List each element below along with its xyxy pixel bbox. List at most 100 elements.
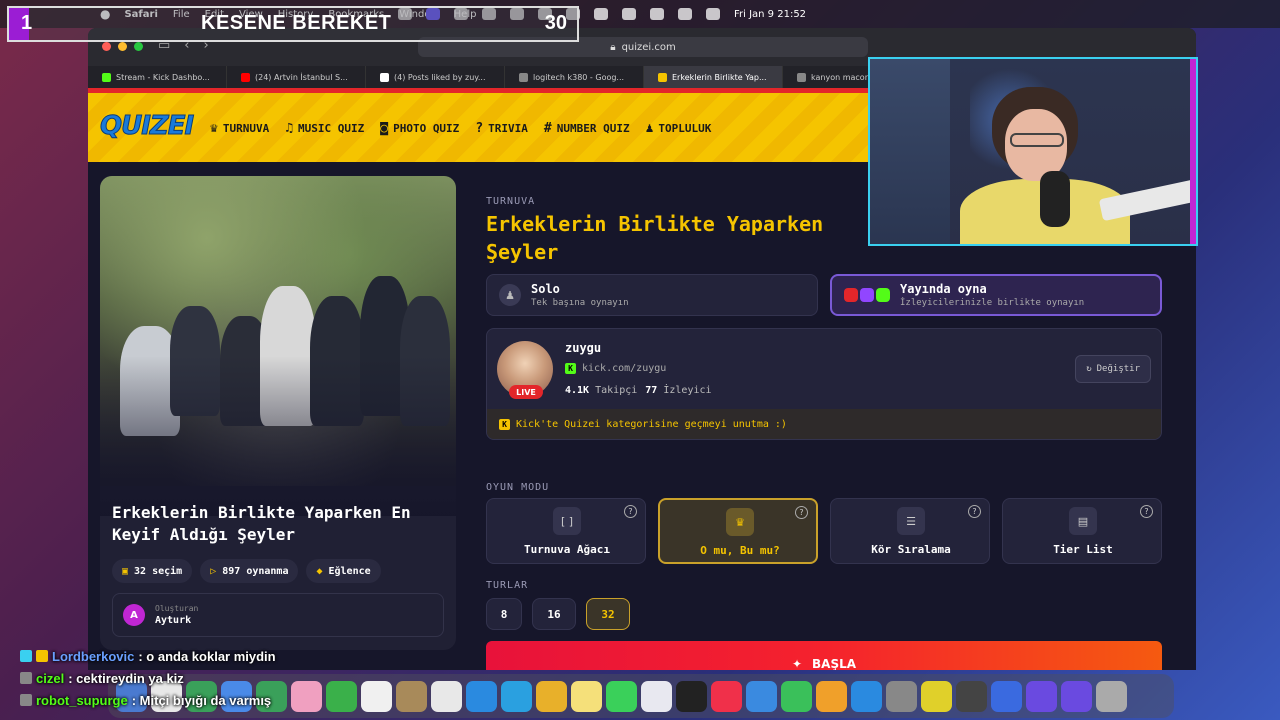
platform-icons — [844, 288, 890, 302]
youtube-icon — [844, 288, 858, 302]
stream-subtitle: İzleyicilerinizle birlikte oynayın — [900, 298, 1085, 308]
wifi-icon[interactable] — [650, 8, 664, 20]
followers-count: 4.1K — [565, 385, 590, 396]
mic-arm — [1098, 178, 1196, 222]
mode-o-mu-bu-mu[interactable]: ♛ ? O mu, Bu mu? — [658, 498, 818, 564]
nav-photo-quiz[interactable]: ◙ PHOTO QUIZ — [380, 121, 459, 136]
close-window-button[interactable] — [102, 42, 111, 51]
site-logo[interactable]: QUIZEI — [99, 111, 194, 142]
twitch-icon — [860, 288, 874, 302]
star-icon — [36, 650, 48, 662]
microphone — [1040, 171, 1070, 227]
freeform-icon[interactable] — [641, 680, 672, 712]
tab-youtube[interactable]: (24) Artvin İstanbul S... — [227, 66, 366, 88]
control-center-icon[interactable] — [706, 8, 720, 20]
image-gradient — [100, 356, 456, 516]
camera-icon: ◙ — [380, 121, 389, 136]
streamer-stats: 4.1K Takipçi 77 İzleyici — [565, 385, 712, 396]
stream-progress-overlay: 1 KESENE BEREKET 30 — [7, 6, 579, 42]
nav-topluluk[interactable]: ♟ TOPLULUK — [646, 121, 712, 136]
user-icon: ♟ — [499, 284, 521, 306]
chat-username: cizel — [36, 670, 65, 686]
nav-trivia[interactable]: ? TRIVIA — [475, 121, 528, 136]
nav-number-quiz[interactable]: # NUMBER QUIZ — [544, 121, 630, 136]
chat-text: : cektireydin ya kiz — [68, 670, 184, 686]
creator-box[interactable]: A Oluşturan Ayturk — [112, 593, 444, 637]
apple-tv-icon[interactable] — [676, 680, 707, 712]
lock-icon: 🔒︎ — [610, 41, 616, 53]
pages-icon[interactable] — [816, 680, 847, 712]
minimize-window-button[interactable] — [118, 42, 127, 51]
solo-mode-button[interactable]: ♟ Solo Tek başına oynayın — [486, 274, 818, 316]
dock-app-icon[interactable] — [991, 680, 1022, 712]
play-icon[interactable] — [594, 8, 608, 20]
settings-icon[interactable] — [886, 680, 917, 712]
stream-mode-button[interactable]: Yayında oyna İzleyicilerinizle birlikte … — [830, 274, 1162, 316]
dock-app-icon[interactable] — [1026, 680, 1057, 712]
help-icon[interactable]: ? — [1140, 505, 1153, 518]
tab-x-posts[interactable]: (4) Posts liked by zuy... — [366, 66, 505, 88]
kick-icon — [102, 72, 111, 82]
streamer-link[interactable]: Kkick.com/zuygu — [565, 363, 666, 374]
bookshelf — [870, 59, 950, 244]
tab-google-search[interactable]: logitech k380 - Goog... — [505, 66, 644, 88]
dock-app-icon[interactable] — [1061, 680, 1092, 712]
round-option-16[interactable]: 16 — [532, 598, 576, 630]
help-icon[interactable]: ? — [795, 506, 808, 519]
x-icon — [380, 72, 389, 82]
start-button[interactable]: ✦ BAŞLA — [486, 641, 1162, 670]
dock-app-icon[interactable] — [921, 680, 952, 712]
whatsapp-icon[interactable] — [606, 680, 637, 712]
help-icon[interactable]: ? — [968, 505, 981, 518]
tab-quizei[interactable]: Erkeklerin Birlikte Yap... — [644, 66, 783, 88]
platform-icon — [20, 672, 32, 684]
url-text: quizei.com — [621, 41, 676, 53]
platform-icon — [20, 694, 32, 706]
glasses — [1010, 133, 1064, 147]
round-option-8[interactable]: 8 — [486, 598, 522, 630]
notes-icon[interactable] — [571, 680, 602, 712]
trophy-icon: ♛ — [210, 121, 218, 136]
overlay-edge — [1190, 59, 1196, 244]
kick-icon — [876, 288, 890, 302]
stream-title: Yayında oyna — [900, 282, 987, 296]
plays-badge: ▷ 897 oynanma — [200, 559, 299, 583]
google-icon — [519, 72, 528, 82]
music-icon[interactable] — [711, 680, 742, 712]
overlay-title: KESENE BEREKET — [201, 12, 392, 34]
page-title: Erkeklerin Birlikte Yaparken Şeyler — [486, 212, 824, 264]
nav-music-quiz[interactable]: ♫ MUSIC QUIZ — [285, 121, 364, 136]
badge-icon — [20, 650, 32, 662]
search-icon[interactable] — [678, 8, 692, 20]
tag-icon: ◆ — [316, 565, 323, 577]
viewers-count: 77 — [645, 385, 658, 396]
change-streamer-button[interactable]: ↻ Değiştir — [1075, 355, 1151, 383]
live-badge: LIVE — [509, 385, 543, 399]
battery-icon[interactable] — [622, 8, 636, 20]
progress-total: 30 — [544, 12, 567, 34]
refresh-icon: ↻ — [1086, 364, 1092, 374]
category-badge[interactable]: ◆ Eğlence — [306, 559, 381, 583]
app-store-icon[interactable] — [851, 680, 882, 712]
tab-kick-dashboard[interactable]: Stream - Kick Dashbo... — [88, 66, 227, 88]
clock[interactable]: Fri Jan 9 21:52 — [734, 9, 806, 20]
mode-tier-list[interactable]: ▤ ? Tier List — [1002, 498, 1162, 564]
help-icon[interactable]: ? — [624, 505, 637, 518]
zoom-window-button[interactable] — [134, 42, 143, 51]
creator-name: Ayturk — [155, 615, 192, 626]
obs-icon[interactable] — [956, 680, 987, 712]
round-option-32[interactable]: 32 — [586, 598, 630, 630]
images-icon: ▣ — [122, 565, 129, 577]
mode-kor-siralama[interactable]: ☰ ? Kör Sıralama — [830, 498, 990, 564]
numbers-icon[interactable] — [781, 680, 812, 712]
music-icon: ♫ — [285, 121, 294, 136]
mode-turnuva-agaci[interactable]: [ ] ? Turnuva Ağacı — [486, 498, 646, 564]
game-mode-label: OYUN MODU — [486, 482, 550, 493]
trash-icon[interactable] — [1096, 680, 1127, 712]
nav-turnuva[interactable]: ♛ TURNUVA — [210, 121, 269, 136]
kick-icon: K — [499, 418, 510, 430]
keynote-icon[interactable] — [746, 680, 777, 712]
chat-message: cizel : cektireydin ya kiz — [20, 667, 550, 689]
progress-current: 1 — [21, 12, 33, 34]
crown-icon: ♛ — [726, 508, 754, 536]
